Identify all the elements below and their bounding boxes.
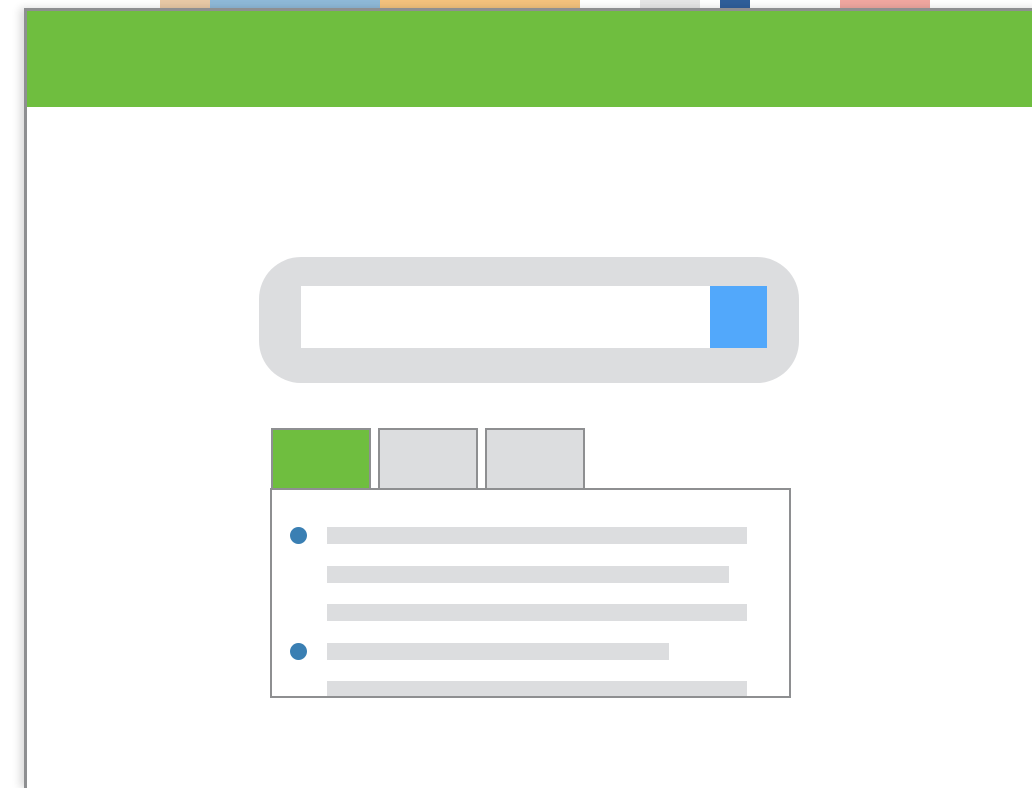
app-window: [24, 8, 1032, 788]
tab-panel: [270, 488, 791, 698]
search-input[interactable]: [301, 286, 711, 348]
header-bar: [27, 11, 1032, 107]
search-button[interactable]: [710, 286, 767, 348]
tab-1[interactable]: [271, 428, 371, 488]
bullet-icon: [290, 643, 307, 660]
placeholder-line: [327, 681, 747, 696]
placeholder-line: [327, 643, 669, 660]
placeholder-line: [327, 604, 747, 621]
tab-2[interactable]: [378, 428, 478, 488]
search-container: [259, 257, 799, 383]
placeholder-line: [327, 566, 729, 583]
placeholder-line: [327, 527, 747, 544]
bullet-icon: [290, 527, 307, 544]
tab-3[interactable]: [485, 428, 585, 488]
